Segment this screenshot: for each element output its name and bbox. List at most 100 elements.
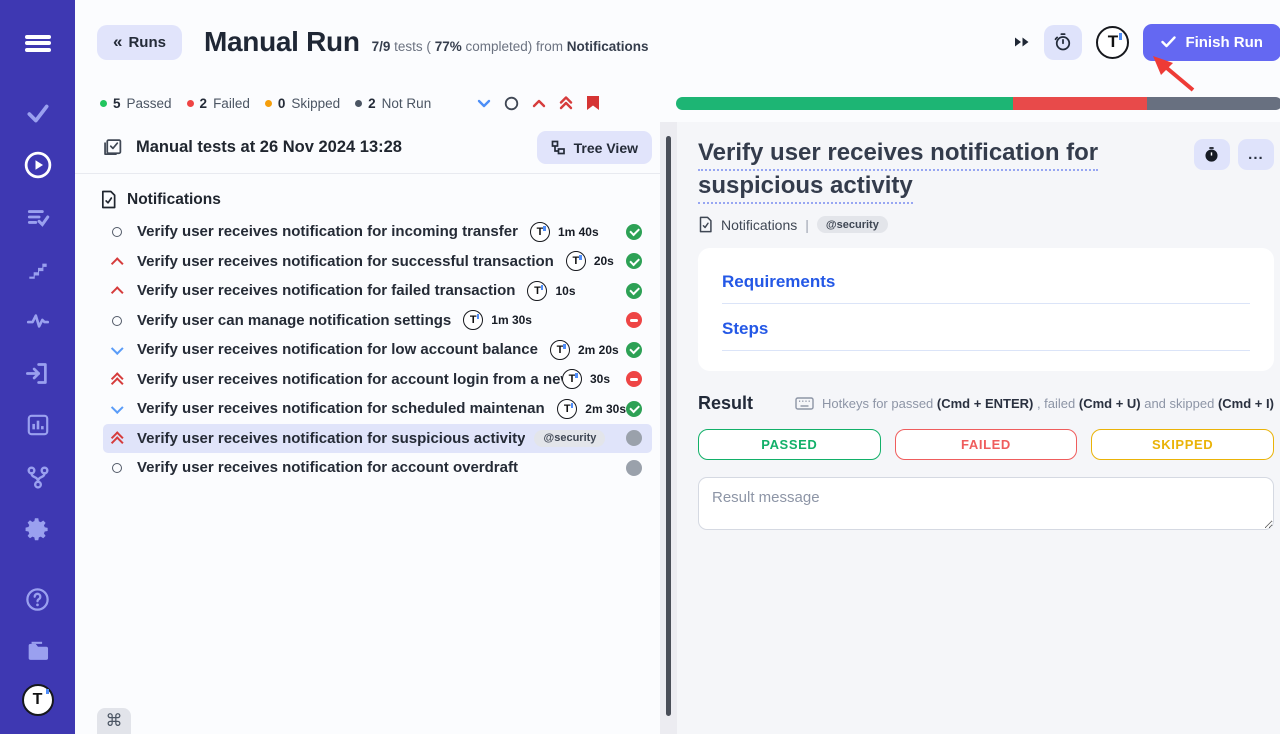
check-icon[interactable] xyxy=(19,94,57,132)
security-tag-badge[interactable]: @security xyxy=(817,216,888,233)
status-count: 2 Failed xyxy=(187,96,250,111)
test-title: Verify user receives notification for ac… xyxy=(137,459,518,476)
priority-icon xyxy=(110,460,125,475)
test-row[interactable]: Verify user receives notification for su… xyxy=(103,424,652,454)
tree-view-icon xyxy=(551,140,566,155)
more-options-button[interactable]: ... xyxy=(1238,139,1274,170)
list-check-icon[interactable] xyxy=(19,198,57,236)
help-icon[interactable] xyxy=(19,580,57,618)
test-title: Verify user receives notification for sc… xyxy=(137,400,545,417)
app-window: « Runs Manual Run 7/9 tests ( 77% comple… xyxy=(0,0,1280,734)
test-duration: 2m 30s xyxy=(585,402,626,416)
test-title: Verify user receives notification for su… xyxy=(137,253,554,270)
vertical-scrollbar[interactable] xyxy=(660,122,677,734)
steps-section-heading[interactable]: Steps xyxy=(722,319,1250,351)
test-detail-title[interactable]: Verify user receives notification for su… xyxy=(698,136,1176,202)
test-status-icon xyxy=(626,224,642,240)
pulse-icon[interactable] xyxy=(19,302,57,340)
testomat-logo-icon xyxy=(463,310,483,330)
bookmark-icon[interactable] xyxy=(586,95,600,111)
priority-icon xyxy=(110,283,125,298)
test-title: Verify user receives notification for fa… xyxy=(137,282,515,299)
test-status-icon xyxy=(626,312,642,328)
test-row[interactable]: Verify user receives notification for ac… xyxy=(103,453,652,483)
priority-icon xyxy=(110,254,125,269)
test-status-icon xyxy=(626,342,642,358)
progress-segment-passed xyxy=(676,97,1013,110)
passed-button[interactable]: PASSED xyxy=(698,429,881,460)
branch-icon[interactable] xyxy=(19,458,57,496)
test-row[interactable]: Verify user can manage notification sett… xyxy=(103,306,652,336)
test-row[interactable]: Verify user receives notification for fa… xyxy=(103,276,652,306)
user-avatar-logo[interactable] xyxy=(1096,26,1129,59)
run-name: Manual tests at 26 Nov 2024 13:28 xyxy=(136,138,402,157)
check-icon xyxy=(1161,36,1176,48)
detail-timer-button[interactable] xyxy=(1194,139,1230,170)
breadcrumb-suite[interactable]: Notifications xyxy=(721,217,797,233)
steps-icon[interactable] xyxy=(19,250,57,288)
fast-forward-icon[interactable] xyxy=(1014,35,1030,49)
status-dot-icon xyxy=(355,100,362,107)
top-header: « Runs Manual Run 7/9 tests ( 77% comple… xyxy=(75,0,1280,84)
test-row[interactable]: Verify user receives notification for ac… xyxy=(103,365,652,395)
app-logo[interactable] xyxy=(22,684,54,716)
double-chevron-left-icon: « xyxy=(113,32,120,52)
breadcrumb: Notifications | @security xyxy=(698,216,1274,233)
double-chevron-up-icon[interactable] xyxy=(559,96,573,110)
gear-icon[interactable] xyxy=(19,510,57,548)
status-count: 5 Passed xyxy=(100,96,172,111)
testomat-logo-icon xyxy=(557,399,577,419)
priority-icon xyxy=(110,313,125,328)
test-status-icon xyxy=(626,283,642,299)
status-dot-icon xyxy=(100,100,107,107)
tree-view-button[interactable]: Tree View xyxy=(537,131,652,164)
import-icon[interactable] xyxy=(19,354,57,392)
skipped-button[interactable]: SKIPPED xyxy=(1091,429,1274,460)
chevron-down-icon[interactable] xyxy=(477,99,491,108)
circle-icon[interactable] xyxy=(504,96,519,111)
timer-button[interactable] xyxy=(1044,25,1082,60)
test-row[interactable]: Verify user receives notification for in… xyxy=(103,217,652,247)
status-dot-icon xyxy=(187,100,194,107)
test-status-icon xyxy=(626,430,642,446)
back-to-runs-button[interactable]: « Runs xyxy=(97,25,182,60)
checklist-icon xyxy=(102,137,123,158)
test-title: Verify user receives notification for lo… xyxy=(137,341,538,358)
priority-icon xyxy=(110,342,125,357)
testomat-logo-icon xyxy=(562,369,582,389)
status-dot-icon xyxy=(265,100,272,107)
menu-icon[interactable] xyxy=(19,24,57,62)
test-title: Verify user receives notification for su… xyxy=(137,430,525,447)
result-buttons: PASSED FAILED SKIPPED xyxy=(698,429,1274,460)
status-counts: 5 Passed 2 Failed 0 Skipped 2 Not Run xyxy=(100,96,431,111)
finish-run-button[interactable]: Finish Run xyxy=(1143,24,1280,61)
test-row[interactable]: Verify user receives notification for lo… xyxy=(103,335,652,365)
status-bar: 5 Passed 2 Failed 0 Skipped 2 Not Run xyxy=(75,84,1280,122)
test-list-panel: Manual tests at 26 Nov 2024 13:28 Tree V… xyxy=(75,122,660,734)
page-title: Manual Run xyxy=(204,26,360,58)
status-count: 2 Not Run xyxy=(355,96,431,111)
test-title: Verify user receives notification for in… xyxy=(137,223,518,240)
priority-icon xyxy=(110,431,125,446)
tests-container: Verify user receives notification for in… xyxy=(75,217,660,483)
bar-chart-icon[interactable] xyxy=(19,406,57,444)
result-heading: Result xyxy=(698,393,753,414)
folder-icon[interactable] xyxy=(19,632,57,670)
chevron-up-icon[interactable] xyxy=(532,99,546,108)
requirements-section-heading[interactable]: Requirements xyxy=(722,272,1250,304)
result-message-input[interactable] xyxy=(698,477,1274,530)
keyboard-icon xyxy=(795,397,814,410)
test-status-icon xyxy=(626,253,642,269)
hotkeys-hint: Hotkeys for passed (Cmd + ENTER) , faile… xyxy=(795,396,1274,411)
test-row[interactable]: Verify user receives notification for su… xyxy=(103,247,652,277)
priority-icon xyxy=(110,401,125,416)
command-shortcut-button[interactable]: ⌘ xyxy=(97,708,131,734)
run-progress-summary: 7/9 tests ( 77% completed) from Notifica… xyxy=(372,39,649,54)
test-row[interactable]: Verify user receives notification for sc… xyxy=(103,394,652,424)
failed-button[interactable]: FAILED xyxy=(895,429,1078,460)
scrollbar-thumb[interactable] xyxy=(666,136,671,716)
main-sidebar xyxy=(0,0,75,734)
suite-header[interactable]: Notifications xyxy=(100,190,660,209)
test-duration: 30s xyxy=(590,372,610,386)
play-circle-icon[interactable] xyxy=(19,146,57,184)
